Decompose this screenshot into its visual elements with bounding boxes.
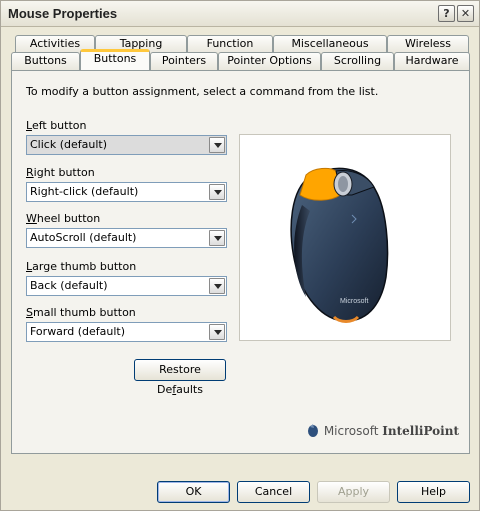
wheel-button-label: Wheel button: [26, 212, 101, 225]
small-thumb-button-label: Small thumb button: [26, 306, 136, 319]
small-thumb-button-value: Forward (default): [30, 325, 126, 338]
large-thumb-button-value: Back (default): [30, 279, 108, 292]
tab-buttons-left[interactable]: Buttons: [11, 52, 80, 70]
tab-function[interactable]: Function: [187, 35, 273, 53]
tab-wireless[interactable]: Wireless: [387, 35, 469, 53]
wheel-button-select[interactable]: AutoScroll (default): [26, 228, 227, 248]
help-icon[interactable]: ?: [438, 5, 455, 22]
chevron-down-icon[interactable]: [209, 184, 225, 200]
instruction-text: To modify a button assignment, select a …: [26, 85, 379, 98]
intellipoint-logo: Microsoft IntelliPoint: [306, 423, 459, 438]
tab-pointers[interactable]: Pointers: [150, 52, 218, 70]
apply-button[interactable]: Apply: [317, 481, 390, 503]
tab-miscellaneous[interactable]: Miscellaneous: [273, 35, 387, 53]
cancel-button[interactable]: Cancel: [237, 481, 310, 503]
chevron-down-icon[interactable]: [209, 137, 225, 153]
large-thumb-button-label: Large thumb button: [26, 260, 137, 273]
right-button-value: Right-click (default): [30, 185, 139, 198]
tab-buttons[interactable]: Buttons: [80, 49, 150, 70]
window-title: Mouse Properties: [8, 6, 118, 21]
wheel-button-value: AutoScroll (default): [30, 231, 137, 244]
close-icon[interactable]: ✕: [457, 5, 474, 22]
title-bar[interactable]: Mouse Properties ? ✕: [1, 1, 479, 27]
right-button-select[interactable]: Right-click (default): [26, 182, 227, 202]
small-thumb-button-select[interactable]: Forward (default): [26, 322, 227, 342]
brand-microsoft: Microsoft: [323, 424, 379, 438]
mouse-properties-window: Mouse Properties ? ✕ Activities Tapping …: [0, 0, 480, 511]
device-brand-label: Microsoft: [340, 298, 368, 305]
left-button-select[interactable]: Click (default): [26, 135, 227, 155]
chevron-down-icon[interactable]: [209, 324, 225, 340]
brand-intellipoint: IntelliPoint: [382, 424, 459, 438]
left-button-value: Click (default): [30, 138, 107, 151]
mouse-illustration: Microsoft: [290, 167, 389, 323]
tab-hardware[interactable]: Hardware: [394, 52, 470, 70]
chevron-down-icon[interactable]: [209, 230, 225, 246]
chevron-down-icon[interactable]: [209, 278, 225, 294]
right-button-label: Right button: [26, 166, 95, 179]
scroll-wheel-center: [338, 176, 348, 192]
help-button[interactable]: Help: [397, 481, 470, 503]
tab-scrolling[interactable]: Scrolling: [321, 52, 394, 70]
buttons-panel: To modify a button assignment, select a …: [11, 70, 470, 454]
tab-pointer-options[interactable]: Pointer Options: [218, 52, 321, 70]
mouse-logo-icon: [308, 424, 318, 437]
large-thumb-button-select[interactable]: Back (default): [26, 276, 227, 296]
left-button-label: Left button: [26, 119, 87, 132]
restore-defaults-button[interactable]: Restore Defaults: [134, 359, 226, 396]
mouse-image-frame: Microsoft: [239, 134, 451, 341]
ok-button[interactable]: OK: [157, 481, 230, 503]
